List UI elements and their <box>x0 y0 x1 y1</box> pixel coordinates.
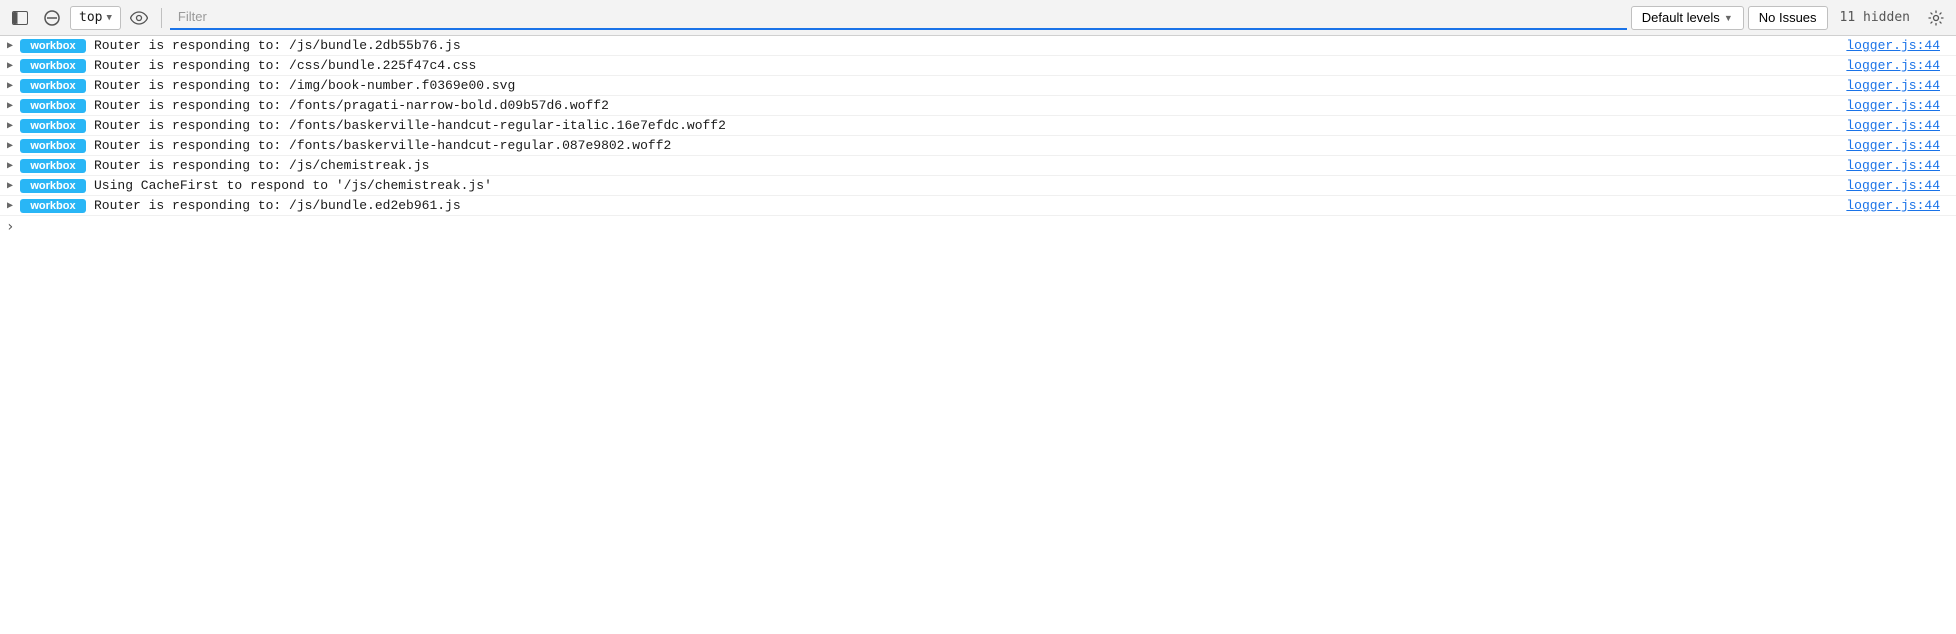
gear-icon <box>1928 10 1944 26</box>
log-source[interactable]: logger.js:44 <box>1846 118 1956 133</box>
log-row: ▶ workbox Router is responding to: /js/b… <box>0 36 1956 56</box>
log-message: Using CacheFirst to respond to '/js/chem… <box>94 178 1846 193</box>
prompt-chevron-icon[interactable]: › <box>6 219 14 235</box>
filter-input[interactable] <box>170 6 1627 30</box>
log-message: Router is responding to: /fonts/pragati-… <box>94 98 1846 113</box>
levels-label: Default levels <box>1642 10 1720 25</box>
log-message: Router is responding to: /css/bundle.225… <box>94 58 1846 73</box>
workbox-badge: workbox <box>20 99 86 113</box>
console-log-area: ▶ workbox Router is responding to: /js/b… <box>0 36 1956 216</box>
eye-icon <box>130 11 148 25</box>
log-message: Router is responding to: /js/bundle.ed2e… <box>94 198 1846 213</box>
expand-arrow[interactable]: ▶ <box>0 80 20 92</box>
no-issues-button[interactable]: No Issues <box>1748 6 1828 30</box>
log-source[interactable]: logger.js:44 <box>1846 58 1956 73</box>
workbox-badge: workbox <box>20 79 86 93</box>
no-issues-label: No Issues <box>1759 10 1817 25</box>
log-source[interactable]: logger.js:44 <box>1846 198 1956 213</box>
log-source[interactable]: logger.js:44 <box>1846 98 1956 113</box>
log-row: ▶ workbox Router is responding to: /js/b… <box>0 196 1956 216</box>
hidden-count: 11 hidden <box>1832 10 1918 25</box>
workbox-badge: workbox <box>20 39 86 53</box>
log-source[interactable]: logger.js:44 <box>1846 78 1956 93</box>
live-expressions-button[interactable] <box>125 6 153 30</box>
log-source[interactable]: logger.js:44 <box>1846 38 1956 53</box>
workbox-badge: workbox <box>20 59 86 73</box>
expand-arrow[interactable]: ▶ <box>0 100 20 112</box>
sidebar-icon <box>12 11 28 25</box>
console-prompt-row: › <box>0 216 1956 238</box>
log-source[interactable]: logger.js:44 <box>1846 138 1956 153</box>
levels-chevron-icon: ▼ <box>1724 13 1733 23</box>
context-label: top <box>79 10 102 25</box>
log-message: Router is responding to: /fonts/baskervi… <box>94 118 1846 133</box>
sidebar-toggle-button[interactable] <box>6 6 34 30</box>
expand-arrow[interactable]: ▶ <box>0 180 20 192</box>
log-source[interactable]: logger.js:44 <box>1846 158 1956 173</box>
workbox-badge: workbox <box>20 119 86 133</box>
expand-arrow[interactable]: ▶ <box>0 120 20 132</box>
console-toolbar: top ▼ Default levels ▼ No Issues 11 hidd… <box>0 0 1956 36</box>
no-entry-icon <box>44 10 60 26</box>
log-source[interactable]: logger.js:44 <box>1846 178 1956 193</box>
log-message: Router is responding to: /js/bundle.2db5… <box>94 38 1846 53</box>
clear-button[interactable] <box>38 6 66 30</box>
workbox-badge: workbox <box>20 199 86 213</box>
expand-arrow[interactable]: ▶ <box>0 140 20 152</box>
log-row: ▶ workbox Router is responding to: /font… <box>0 136 1956 156</box>
log-row: ▶ workbox Using CacheFirst to respond to… <box>0 176 1956 196</box>
workbox-badge: workbox <box>20 179 86 193</box>
log-message: Router is responding to: /img/book-numbe… <box>94 78 1846 93</box>
log-message: Router is responding to: /fonts/baskervi… <box>94 138 1846 153</box>
expand-arrow[interactable]: ▶ <box>0 60 20 72</box>
settings-button[interactable] <box>1922 6 1950 30</box>
log-row: ▶ workbox Router is responding to: /js/c… <box>0 156 1956 176</box>
log-row: ▶ workbox Router is responding to: /img/… <box>0 76 1956 96</box>
log-row: ▶ workbox Router is responding to: /css/… <box>0 56 1956 76</box>
workbox-badge: workbox <box>20 159 86 173</box>
expand-arrow[interactable]: ▶ <box>0 160 20 172</box>
toolbar-separator-1 <box>161 8 162 28</box>
context-selector[interactable]: top ▼ <box>70 6 121 30</box>
workbox-badge: workbox <box>20 139 86 153</box>
chevron-down-icon: ▼ <box>106 13 111 23</box>
expand-arrow[interactable]: ▶ <box>0 200 20 212</box>
expand-arrow[interactable]: ▶ <box>0 40 20 52</box>
log-row: ▶ workbox Router is responding to: /font… <box>0 96 1956 116</box>
log-row: ▶ workbox Router is responding to: /font… <box>0 116 1956 136</box>
log-levels-button[interactable]: Default levels ▼ <box>1631 6 1744 30</box>
log-message: Router is responding to: /js/chemistreak… <box>94 158 1846 173</box>
